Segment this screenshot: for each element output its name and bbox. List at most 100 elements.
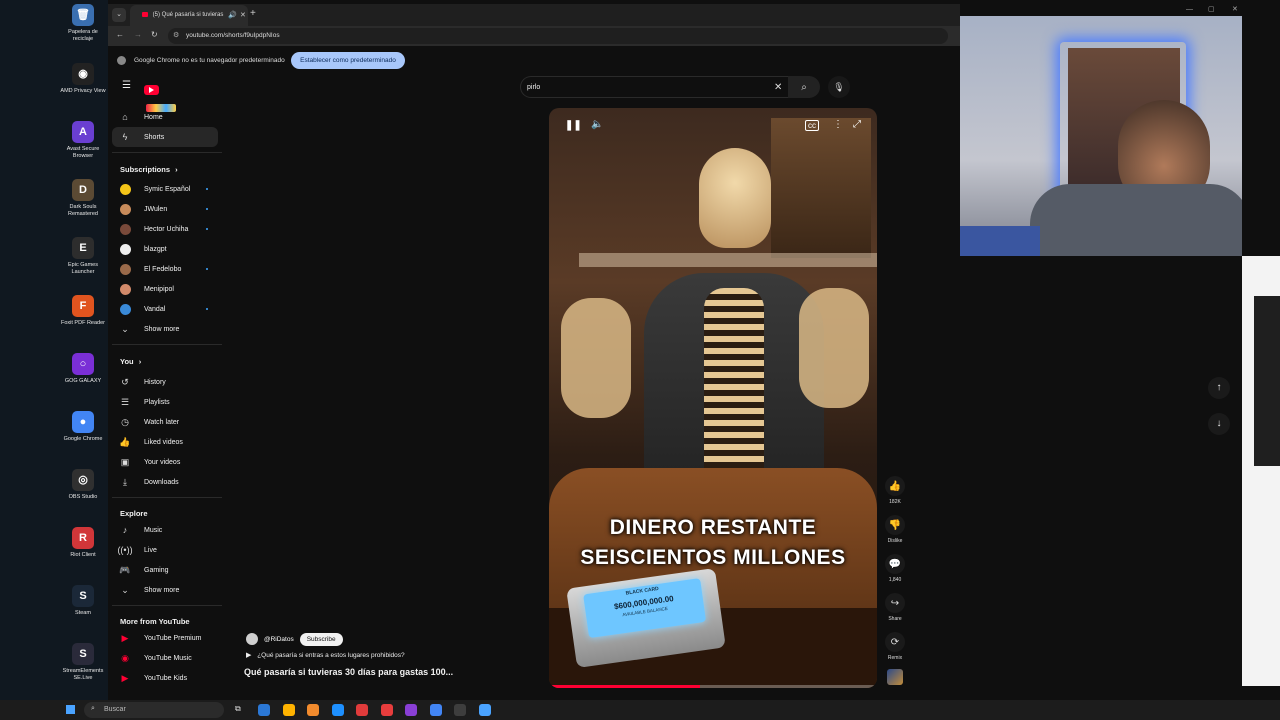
- sidebar-item-liked-videos[interactable]: 👍 Liked videos: [112, 432, 218, 452]
- desktop-icon-steam[interactable]: S Steam: [58, 585, 108, 617]
- edge-icon[interactable]: [331, 704, 344, 716]
- sidebar-item-subscription[interactable]: Menipipol: [112, 279, 218, 299]
- firefox-icon[interactable]: [307, 704, 319, 716]
- sidebar-item-subscription[interactable]: Hector Uchiha: [112, 219, 218, 239]
- sidebar-item-history[interactable]: ↺ History: [112, 372, 218, 392]
- dislike-button[interactable]: 👎 Dislike: [885, 515, 905, 544]
- reload-icon[interactable]: ↻: [151, 30, 158, 39]
- sidebar-item-shorts[interactable]: ϟ Shorts: [112, 127, 218, 147]
- desktop-icon-riot-client[interactable]: R Riot Client: [58, 527, 108, 559]
- desktop-icon-obs-studio[interactable]: ◎ OBS Studio: [58, 469, 108, 501]
- new-content-dot: [206, 228, 208, 230]
- youtube-app-icon[interactable]: [356, 704, 368, 716]
- new-tab-icon[interactable]: +: [250, 8, 256, 19]
- desktop-icon-avast-browser[interactable]: A Avast Secure Browser: [58, 121, 108, 159]
- short-title[interactable]: Qué pasaría si tuvieras 30 días para gas…: [244, 667, 453, 677]
- captions-icon[interactable]: cc: [805, 120, 819, 131]
- youtube-logo[interactable]: [144, 81, 194, 112]
- sidebar-divider: [112, 605, 222, 606]
- set-default-button[interactable]: Establecer como predeterminado: [291, 52, 405, 69]
- sidebar-item-label: Gaming: [144, 566, 169, 574]
- desktop-icon-label: Avast Secure Browser: [66, 146, 100, 159]
- fullscreen-icon[interactable]: ⤢: [853, 119, 861, 130]
- sidebar-item-music[interactable]: ♪ Music: [112, 520, 218, 540]
- sidebar-item-gaming[interactable]: 🎮 Gaming: [112, 560, 218, 580]
- desktop-icon-recycle-bin[interactable]: 🗑 Papelera de reciclaje: [58, 4, 108, 42]
- comment-icon: 💬: [885, 554, 905, 574]
- short-video-player[interactable]: BLACK CARD $600,000,000.00 AVAILABLE BAL…: [549, 108, 877, 688]
- next-short-button[interactable]: ↓: [1208, 413, 1230, 435]
- comments-button[interactable]: 💬 1,840: [885, 554, 905, 583]
- desktop-icons-column: 🗑 Papelera de reciclaje ◉ AMD Privacy View A…: [0, 0, 108, 700]
- desktop-icon-foxit-pdf[interactable]: F Foxit PDF Reader: [58, 295, 108, 327]
- sidebar-item-your-videos[interactable]: ▣ Your videos: [112, 452, 218, 472]
- sidebar-item-youtube-music[interactable]: ◉ YouTube Music: [112, 648, 218, 668]
- like-button[interactable]: 👍 182K: [885, 476, 905, 505]
- sidebar-item-downloads[interactable]: ⤓ Downloads: [112, 472, 218, 492]
- subscriptions-heading[interactable]: Subscriptions ›: [120, 165, 178, 174]
- file-explorer-icon[interactable]: [282, 704, 295, 716]
- sidebar-item-youtube-premium[interactable]: ▶ YouTube Premium: [112, 628, 218, 648]
- remix-button[interactable]: ⟳ Remix: [885, 632, 905, 661]
- sidebar-item-live[interactable]: ((•)) Live: [112, 540, 218, 560]
- obs-icon[interactable]: [454, 704, 466, 716]
- desktop-icon-amd-privacy[interactable]: ◉ AMD Privacy View: [58, 63, 108, 95]
- opera-icon[interactable]: [380, 704, 393, 716]
- share-button[interactable]: ↪ Share: [885, 593, 905, 622]
- sidebar-item-subscription[interactable]: Vandal: [112, 299, 218, 319]
- copilot-icon[interactable]: [258, 704, 270, 716]
- desktop-icon-streamelements[interactable]: S StreamElements SE.Live: [58, 643, 108, 681]
- sidebar-item-youtube-kids[interactable]: ▶ YouTube Kids: [112, 668, 218, 688]
- previous-short-button[interactable]: ↑: [1208, 377, 1230, 399]
- menu-icon[interactable]: ☰: [122, 80, 131, 91]
- channel-avatar[interactable]: [246, 633, 258, 645]
- url-field[interactable]: ⚙ youtube.com/shorts/f9uIpdpNIos: [168, 28, 948, 44]
- more-options-icon[interactable]: ⋮: [833, 119, 843, 130]
- windows-start-icon[interactable]: [66, 705, 75, 714]
- task-view-icon[interactable]: ⧉: [235, 704, 241, 714]
- sidebar-item-subscription[interactable]: Symic Español: [112, 179, 218, 199]
- chrome-icon[interactable]: [429, 704, 442, 716]
- pause-icon[interactable]: ❚❚: [565, 120, 582, 131]
- desktop-icon-epic-games[interactable]: E Epic Games Launcher: [58, 237, 108, 275]
- clear-search-icon[interactable]: ✕: [774, 82, 782, 93]
- site-info-icon[interactable]: ⚙: [173, 31, 179, 39]
- tab-mute-icon[interactable]: 🔊: [228, 11, 237, 19]
- you-heading[interactable]: You ›: [120, 357, 141, 366]
- tab-search-icon[interactable]: ⌄: [112, 8, 126, 22]
- sound-thumbnail[interactable]: [887, 669, 903, 685]
- sidebar-item-show-more[interactable]: ⌄ Show more: [112, 319, 218, 339]
- tab-close-icon[interactable]: ✕: [240, 11, 246, 19]
- search-input[interactable]: pirlo ✕: [520, 76, 810, 98]
- desktop-icon-google-chrome[interactable]: ● Google Chrome: [58, 411, 108, 443]
- steam-icon[interactable]: [478, 704, 491, 716]
- volume-icon[interactable]: 🔈: [591, 119, 603, 130]
- channel-name[interactable]: @RiDatos: [264, 636, 294, 643]
- chevron-down-icon: ⌄: [121, 584, 129, 595]
- progress-track[interactable]: [549, 685, 877, 688]
- window-close-icon[interactable]: ✕: [1232, 5, 1238, 13]
- sidebar-item-watch-later[interactable]: ◷ Watch later: [112, 412, 218, 432]
- sidebar-item-subscription[interactable]: JWulen: [112, 199, 218, 219]
- sidebar-item-subscription[interactable]: blazgpt: [112, 239, 218, 259]
- desktop-icon-dark-souls[interactable]: D Dark Souls Remastered: [58, 179, 108, 217]
- window-minimize-icon[interactable]: —: [1186, 6, 1193, 13]
- forward-icon[interactable]: →: [134, 30, 142, 39]
- subscribe-button[interactable]: Subscribe: [299, 632, 343, 646]
- playlist-link[interactable]: ▶ ¿Qué pasaría si entras a estos lugares…: [246, 651, 405, 659]
- sidebar-item-show-more[interactable]: ⌄ Show more: [112, 580, 218, 600]
- window-maximize-icon[interactable]: ▢: [1208, 5, 1215, 13]
- taskbar-search-icon: ⌕: [91, 705, 95, 712]
- sidebar-item-subscription[interactable]: El Fedelobo: [112, 259, 218, 279]
- sidebar-item-home[interactable]: ⌂ Home: [112, 107, 218, 127]
- gog-icon[interactable]: [405, 704, 417, 716]
- search-button[interactable]: ⌕: [788, 76, 820, 98]
- your-videos-icon: ▣: [120, 456, 130, 467]
- sidebar-item-playlists[interactable]: ☰ Playlists: [112, 392, 218, 412]
- browser-tab[interactable]: (5) Qué pasaría si tuvieras 🔊 ✕: [130, 5, 248, 26]
- taskbar-search-input[interactable]: ⌕ Buscar: [84, 702, 224, 718]
- back-icon[interactable]: ←: [116, 30, 124, 39]
- desktop-icon-label: Foxit PDF Reader: [60, 320, 105, 326]
- desktop-icon-gog-galaxy[interactable]: ○ GOG GALAXY: [58, 353, 108, 385]
- voice-search-button[interactable]: 🎙: [828, 76, 850, 98]
